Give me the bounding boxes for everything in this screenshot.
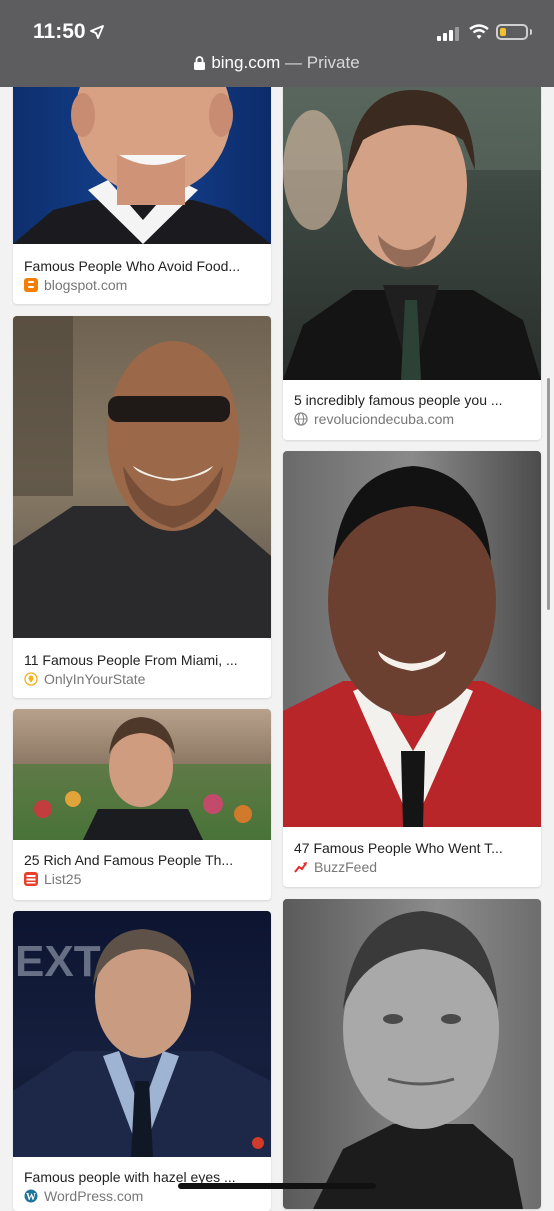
result-source-label: List25 [44, 871, 82, 887]
trending-arrow-icon [294, 860, 308, 874]
result-source-label: OnlyInYourState [44, 671, 146, 687]
scrollbar[interactable] [547, 378, 550, 610]
result-thumbnail[interactable] [283, 60, 541, 380]
result-caption[interactable]: 5 incredibly famous people you ... [294, 392, 533, 408]
result-source[interactable]: BuzzFeed [294, 859, 377, 875]
result-thumbnail[interactable] [283, 899, 541, 1209]
result-caption[interactable]: 47 Famous People Who Went T... [294, 840, 533, 856]
result-source[interactable]: blogspot.com [24, 277, 127, 293]
wifi-icon [469, 24, 489, 45]
result-card[interactable]: 11 Famous People From Miami, ... OnlyInY… [13, 316, 271, 698]
battery-icon [496, 24, 528, 40]
result-source-label: revoluciondecuba.com [314, 411, 455, 427]
result-caption[interactable]: Famous People Who Avoid Food... [24, 258, 263, 274]
result-card[interactable]: EXT Famous people with hazel eyes ... W … [13, 911, 271, 1211]
result-card[interactable]: 25 Rich And Famous People Th... List25 [13, 709, 271, 900]
result-card[interactable]: Famous People Who Avoid Food... blogspot… [13, 60, 271, 304]
result-source[interactable]: List25 [24, 871, 81, 887]
result-thumbnail[interactable] [283, 451, 541, 827]
lock-icon [194, 55, 206, 75]
status-bar: 11:50 bing.com — Private [0, 0, 554, 87]
result-source-label: blogspot.com [44, 277, 128, 293]
address-bar[interactable]: bing.com — Private [0, 53, 554, 75]
result-source[interactable]: revoluciondecuba.com [294, 411, 454, 427]
result-card[interactable]: 47 Famous People Who Went T... BuzzFeed [283, 451, 541, 887]
result-thumbnail[interactable] [13, 709, 271, 840]
result-source[interactable]: OnlyInYourState [24, 671, 145, 687]
url-private-label: — Private [280, 53, 360, 72]
location-arrow-icon [90, 25, 104, 44]
cellular-signal-icon [437, 27, 459, 46]
globe-icon [294, 412, 308, 426]
svg-text:W: W [26, 1192, 36, 1203]
url-domain: bing.com [211, 53, 281, 72]
list25-icon [24, 872, 38, 886]
result-card[interactable] [283, 899, 541, 1209]
wordpress-icon: W [24, 1189, 38, 1203]
clock-time: 11:50 [33, 20, 86, 43]
result-source-label: BuzzFeed [314, 859, 378, 875]
result-thumbnail[interactable] [13, 316, 271, 638]
result-card[interactable]: 5 incredibly famous people you ... revol… [283, 60, 541, 440]
result-thumbnail[interactable] [13, 60, 271, 244]
result-caption[interactable]: 11 Famous People From Miami, ... [24, 652, 263, 668]
result-caption[interactable]: 25 Rich And Famous People Th... [24, 852, 263, 868]
blogger-icon [24, 278, 38, 292]
result-source-label: WordPress.com [44, 1188, 144, 1204]
result-source[interactable]: W WordPress.com [24, 1188, 143, 1204]
svg-text:EXT: EXT [15, 937, 101, 986]
location-pin-icon [24, 672, 38, 686]
result-thumbnail[interactable]: EXT [13, 911, 271, 1157]
home-indicator[interactable] [178, 1183, 376, 1189]
